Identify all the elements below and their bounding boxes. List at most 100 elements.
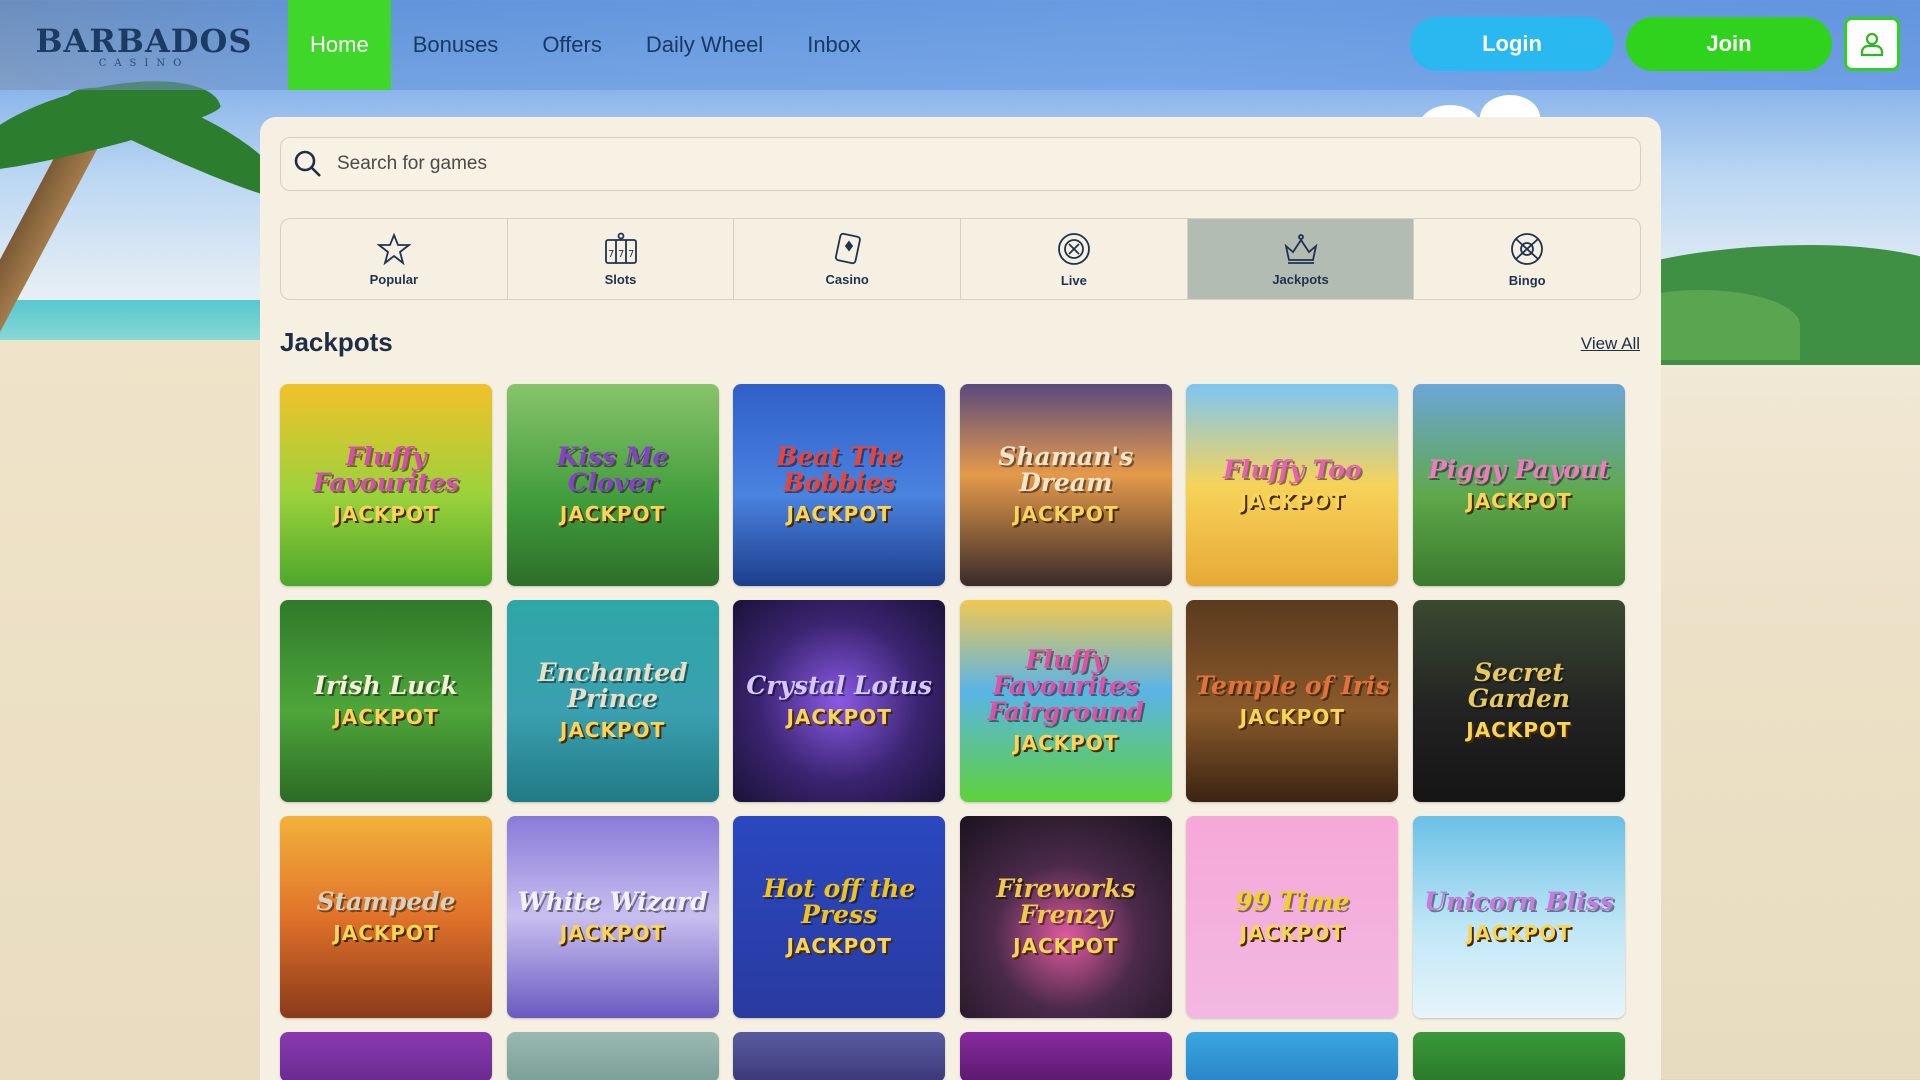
game-title: Hot off the Press: [763, 873, 916, 929]
game-tile[interactable]: White Wizard JACKPOT: [506, 816, 719, 1018]
game-tile[interactable]: Shaman's Dream JACKPOT: [959, 384, 1172, 586]
game-tile[interactable]: [733, 1032, 946, 1080]
game-tile[interactable]: [280, 1032, 492, 1080]
tab-label: Jackpots: [1272, 271, 1329, 287]
tab-popular[interactable]: Popular: [281, 219, 508, 299]
jackpot-label: JACKPOT: [1239, 489, 1346, 514]
jackpot-label: JACKPOT: [1013, 934, 1119, 959]
search-input[interactable]: [337, 153, 1587, 175]
nav-bonuses[interactable]: Bonuses: [391, 0, 521, 90]
game-title: Beat The Bobbies: [776, 441, 903, 497]
tab-live[interactable]: Live: [961, 219, 1188, 299]
game-tile[interactable]: Irish Luck JACKPOT: [280, 600, 492, 802]
tab-jackpots[interactable]: Jackpots: [1187, 219, 1415, 299]
jackpot-label: JACKPOT: [1239, 921, 1346, 946]
game-title: 99 Time: [1235, 886, 1350, 916]
game-tile[interactable]: Temple of Iris JACKPOT: [1186, 600, 1399, 802]
games-grid: Fluffy Favourites JACKPOT Kiss Me Clover JA…: [280, 384, 1641, 1080]
svg-text:7: 7: [628, 249, 634, 260]
main-nav: Home Bonuses Offers Daily Wheel Inbox: [288, 0, 883, 90]
slot-machine-icon: 777: [604, 232, 637, 264]
category-tabs: Popular 777 Slots Casino Live Jackpots B…: [280, 218, 1641, 300]
nav-home[interactable]: Home: [288, 0, 391, 90]
game-title: Stampede: [316, 886, 456, 916]
game-title: Fireworks Frenzy: [996, 873, 1136, 929]
jackpot-label: JACKPOT: [559, 502, 666, 527]
bingo-ball-icon: [1511, 232, 1544, 265]
game-tile[interactable]: Unicorn Bliss JACKPOT: [1412, 816, 1625, 1018]
game-tile[interactable]: Fluffy Favourites JACKPOT: [280, 384, 492, 586]
tab-slots[interactable]: 777 Slots: [508, 219, 735, 299]
tab-label: Casino: [825, 271, 869, 287]
jackpot-label: JACKPOT: [559, 718, 666, 743]
game-title: Fluffy Favourites Fairground: [987, 644, 1144, 727]
game-tile[interactable]: Enchanted Prince JACKPOT: [506, 600, 719, 802]
jackpot-label: JACKPOT: [1013, 502, 1119, 527]
jackpot-label: JACKPOT: [1239, 705, 1346, 730]
crown-icon: [1284, 233, 1317, 264]
jackpot-label: JACKPOT: [333, 705, 439, 730]
casino-logo[interactable]: BARBADOS CASINO: [0, 0, 288, 90]
game-tile[interactable]: [1412, 1032, 1625, 1080]
game-tile[interactable]: [506, 1032, 719, 1080]
game-tile[interactable]: 99 Time JACKPOT: [1186, 816, 1399, 1018]
nav-inbox[interactable]: Inbox: [785, 0, 883, 90]
jackpot-label: JACKPOT: [1466, 489, 1572, 514]
view-all-link[interactable]: View All: [1581, 334, 1640, 354]
jackpot-label: JACKPOT: [333, 502, 439, 527]
user-icon: [1860, 32, 1884, 57]
search-icon: [294, 150, 321, 177]
star-icon: [376, 232, 411, 265]
game-tile[interactable]: Fluffy Too JACKPOT: [1186, 384, 1399, 586]
tab-casino[interactable]: Casino: [734, 219, 962, 299]
games-panel: Popular 777 Slots Casino Live Jackpots B…: [260, 117, 1661, 1080]
join-button[interactable]: Join: [1626, 17, 1832, 71]
game-tile[interactable]: Fireworks Frenzy JACKPOT: [959, 816, 1172, 1018]
logo-subtext: CASINO: [98, 57, 190, 69]
game-title: Crystal Lotus: [746, 670, 933, 700]
section-title: Jackpots: [280, 327, 393, 357]
roulette-chip-icon: [1057, 232, 1090, 265]
jackpot-label: JACKPOT: [1466, 718, 1572, 743]
game-title: Fluffy Favourites: [312, 441, 460, 497]
game-tile[interactable]: Piggy Payout JACKPOT: [1412, 384, 1625, 586]
game-title: Fluffy Too: [1223, 454, 1362, 484]
game-tile[interactable]: [959, 1032, 1172, 1080]
game-title: Temple of Iris: [1195, 670, 1390, 700]
tab-label: Slots: [604, 271, 637, 287]
game-tile[interactable]: [1186, 1032, 1399, 1080]
game-tile[interactable]: Crystal Lotus JACKPOT: [733, 600, 946, 802]
tab-label: Live: [1060, 272, 1087, 288]
logo-text: BARBADOS: [35, 21, 253, 60]
nav-daily-wheel[interactable]: Daily Wheel: [624, 0, 785, 90]
game-tile[interactable]: Fluffy Favourites Fairground JACKPOT: [959, 600, 1172, 802]
game-title: Piggy Payout: [1428, 454, 1610, 484]
game-title: Shaman's Dream: [998, 441, 1134, 497]
game-tile[interactable]: Hot off the Press JACKPOT: [733, 816, 946, 1018]
game-tile[interactable]: Kiss Me Clover JACKPOT: [506, 384, 719, 586]
jackpot-label: JACKPOT: [1013, 731, 1119, 756]
nav-offers[interactable]: Offers: [520, 0, 624, 90]
tab-label: Bingo: [1508, 272, 1546, 288]
game-title: White Wizard: [517, 886, 708, 916]
auth-actions: Login Join: [1410, 17, 1900, 71]
game-title: Irish Luck: [314, 670, 458, 700]
tab-bingo[interactable]: Bingo: [1414, 219, 1640, 299]
svg-text:7: 7: [608, 249, 614, 260]
svg-text:7: 7: [618, 249, 624, 260]
game-tile[interactable]: Beat The Bobbies JACKPOT: [733, 384, 946, 586]
jackpot-label: JACKPOT: [786, 705, 892, 730]
search-bar[interactable]: [280, 137, 1641, 191]
game-tile[interactable]: Stampede JACKPOT: [280, 816, 492, 1018]
game-tile[interactable]: Secret Garden JACKPOT: [1412, 600, 1625, 802]
jackpot-label: JACKPOT: [1466, 921, 1572, 946]
cards-icon: [835, 232, 861, 264]
profile-button[interactable]: [1844, 17, 1900, 71]
login-button[interactable]: Login: [1410, 17, 1614, 71]
game-title: Unicorn Bliss: [1424, 886, 1614, 916]
game-title: Kiss Me Clover: [556, 441, 669, 497]
jackpot-label: JACKPOT: [333, 921, 439, 946]
jackpot-label: JACKPOT: [559, 921, 666, 946]
beach: [0, 340, 280, 1080]
top-navigation-bar: BARBADOS CASINO Home Bonuses Offers Dail…: [0, 0, 1920, 90]
